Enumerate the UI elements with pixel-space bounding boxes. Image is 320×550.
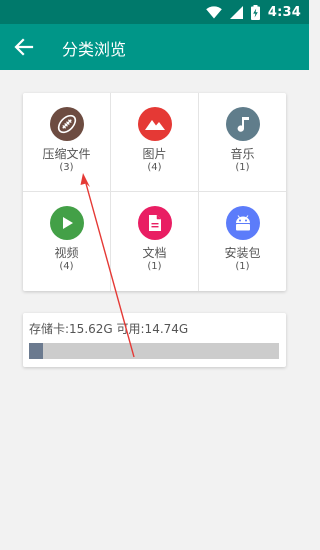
back-button[interactable]	[10, 33, 38, 61]
status-bar: 4:34	[0, 0, 309, 24]
wifi-icon	[206, 5, 222, 18]
storage-info: 存储卡:15.62G 可用:14.74G	[29, 322, 189, 336]
category-documents[interactable]: 文档 (1)	[111, 192, 198, 290]
category-label: 视频	[54, 246, 79, 260]
category-images[interactable]: 图片 (4)	[111, 93, 198, 191]
toolbar: 分类浏览	[0, 24, 309, 70]
category-count: (4)	[147, 162, 162, 173]
category-count: (4)	[59, 261, 74, 272]
category-label: 压缩文件	[42, 147, 91, 161]
storage-usage-fill	[29, 343, 43, 359]
category-label: 安装包	[224, 246, 261, 260]
category-label: 图片	[142, 147, 167, 161]
category-label: 文档	[142, 246, 167, 260]
arrow-left-icon	[14, 38, 34, 56]
storage-card[interactable]: 存储卡:15.62G 可用:14.74G	[23, 313, 286, 367]
storage-usage-bar	[29, 343, 279, 359]
category-count: (1)	[147, 261, 162, 272]
music-note-icon	[225, 107, 260, 141]
category-grid: 压缩文件 (3) 图片 (4) 音乐 (1) 视频 (4) 文档 (1) 安装包…	[23, 93, 286, 291]
category-apk[interactable]: 安装包 (1)	[199, 192, 286, 290]
category-count: (3)	[59, 162, 74, 173]
category-video[interactable]: 视频 (4)	[23, 192, 110, 290]
status-icons: 4:34	[206, 3, 301, 21]
category-count: (1)	[235, 162, 250, 173]
status-time: 4:34	[267, 4, 301, 20]
page-title: 分类浏览	[62, 40, 127, 59]
android-icon	[225, 206, 260, 240]
battery-charging-icon	[250, 4, 260, 20]
mountain-image-icon	[137, 107, 172, 141]
document-icon	[137, 206, 172, 240]
signal-icon	[229, 5, 243, 19]
category-count: (1)	[235, 261, 250, 272]
category-label: 音乐	[230, 147, 255, 161]
category-music[interactable]: 音乐 (1)	[199, 93, 286, 191]
play-icon	[49, 206, 84, 240]
football-icon	[49, 107, 84, 141]
category-archive[interactable]: 压缩文件 (3)	[23, 93, 110, 191]
